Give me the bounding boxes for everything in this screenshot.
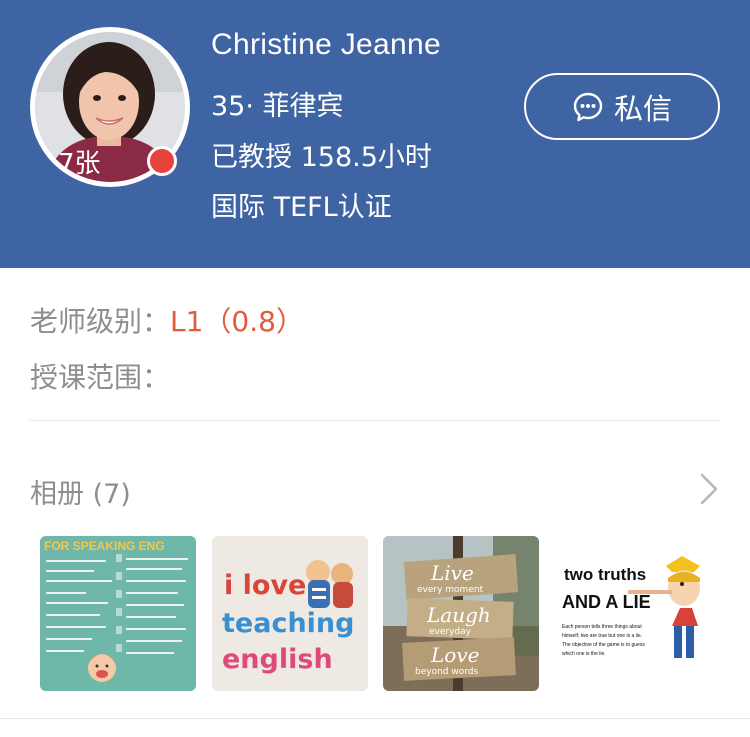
profile-header: 7张 Christine Jeanne 35· 菲律宾 已教授 158.5小时 …	[0, 0, 750, 268]
photo-count: 7张	[58, 149, 101, 179]
sign-line-6: beyond words	[415, 667, 478, 677]
private-message-button[interactable]: 私信	[524, 73, 720, 140]
sign-line-3: Laugh	[426, 603, 491, 627]
private-message-label: 私信	[613, 91, 672, 126]
bottom-divider	[0, 718, 750, 719]
sign-line-1: Live	[430, 561, 474, 585]
lie-title-line-2: AND A LIE	[562, 592, 651, 612]
sign-line-4: everyday	[429, 627, 472, 637]
speaking-english-poster-image: FOR SPEAKING ENG	[40, 536, 196, 691]
age-country: 35· 菲律宾	[211, 91, 344, 122]
album-photo-2[interactable]: i love teaching english	[212, 536, 368, 691]
album-title[interactable]: 相册 (7)	[30, 472, 131, 511]
section-divider	[30, 420, 720, 421]
lie-caption-2: himself; two are true but one is a lie.	[562, 633, 642, 639]
live-laugh-love-image: Live every moment Laugh everyday Love be…	[383, 536, 539, 691]
chevron-right-icon[interactable]	[698, 472, 720, 506]
poster-banner: FOR SPEAKING ENG	[44, 539, 165, 553]
teaching-scope-row: 授课范围：	[30, 356, 170, 396]
two-truths-and-a-lie-image: two truths AND A LIE Each person tells t…	[554, 536, 710, 691]
lie-caption-1: Each person tells three things about	[562, 624, 642, 630]
lie-caption-4: which one is the lie.	[562, 651, 606, 657]
teacher-name: Christine Jeanne	[211, 28, 441, 61]
photo-text-line-2: teaching	[222, 608, 354, 639]
lie-caption-3: The objective of the game is to guess	[562, 642, 645, 648]
teacher-level-row: 老师级别：L1（0.8）	[30, 300, 304, 340]
photo-text-line-3: english	[222, 644, 333, 675]
album-photo-4[interactable]: two truths AND A LIE Each person tells t…	[554, 536, 710, 691]
certification: 国际 TEFL认证	[211, 192, 392, 223]
i-love-teaching-english-image: i love teaching english	[212, 536, 368, 691]
teacher-level-value: L1（0.8）	[170, 305, 304, 338]
online-status-dot	[147, 146, 177, 176]
album-photo-3[interactable]: Live every moment Laugh everyday Love be…	[383, 536, 539, 691]
sign-line-5: Love	[430, 643, 479, 667]
teacher-level-label: 老师级别：	[30, 305, 171, 338]
sign-line-2: every moment	[417, 585, 484, 595]
album-photo-1[interactable]: FOR SPEAKING ENG	[40, 536, 196, 691]
message-bubble-icon	[573, 92, 603, 121]
lie-title-line-1: two truths	[564, 565, 646, 584]
photo-text-line-1: i love	[224, 570, 306, 601]
hours-taught: 已教授 158.5小时	[211, 142, 432, 173]
teaching-scope-label: 授课范围：	[30, 361, 171, 394]
